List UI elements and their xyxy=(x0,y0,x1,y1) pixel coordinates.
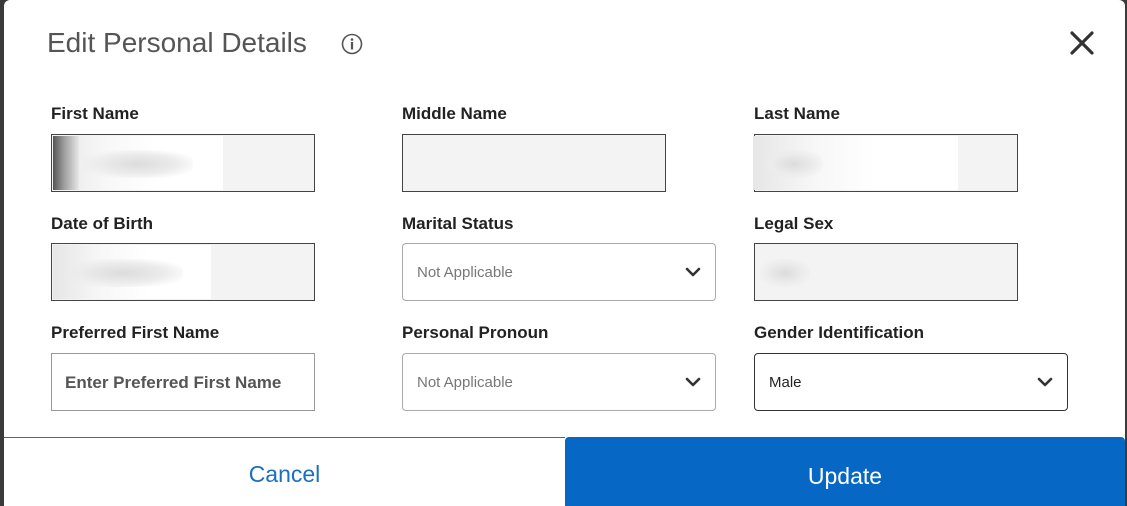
chevron-down-icon xyxy=(685,267,701,277)
marital-status-label: Marital Status xyxy=(402,214,514,233)
last-name-label: Last Name xyxy=(754,104,840,123)
date-of-birth-label: Date of Birth xyxy=(51,214,153,233)
gender-identification-label: Gender Identification xyxy=(754,323,925,342)
date-of-birth-field[interactable] xyxy=(51,243,315,301)
redacted-value xyxy=(53,136,223,190)
update-button[interactable]: Update xyxy=(565,437,1125,506)
redacted-value xyxy=(756,245,816,299)
middle-name-label: Middle Name xyxy=(402,104,507,123)
marital-status-select[interactable]: Not Applicable xyxy=(402,243,716,301)
personal-pronoun-value: Not Applicable xyxy=(417,374,513,391)
preferred-first-name-input[interactable]: Enter Preferred First Name xyxy=(51,353,315,411)
legal-sex-field[interactable] xyxy=(754,243,1018,301)
legal-sex-label: Legal Sex xyxy=(754,214,834,233)
first-name-label: First Name xyxy=(51,104,139,123)
edit-personal-details-dialog: Edit Personal Details First Name Middle … xyxy=(4,0,1125,506)
chevron-down-icon xyxy=(685,377,701,387)
update-button-label: Update xyxy=(807,463,883,489)
preferred-first-name-label: Preferred First Name xyxy=(51,323,220,342)
first-name-field[interactable] xyxy=(51,134,315,192)
personal-pronoun-select[interactable]: Not Applicable xyxy=(402,353,716,411)
close-icon[interactable] xyxy=(1068,29,1096,57)
middle-name-field[interactable] xyxy=(402,134,666,192)
gender-identification-select[interactable]: Male xyxy=(754,353,1068,411)
dialog-title: Edit Personal Details xyxy=(47,27,307,58)
personal-pronoun-label: Personal Pronoun xyxy=(402,323,549,342)
cancel-button-label: Cancel xyxy=(248,461,321,487)
marital-status-value: Not Applicable xyxy=(417,264,513,281)
info-icon[interactable] xyxy=(341,33,363,55)
last-name-field[interactable] xyxy=(753,134,1018,192)
chevron-down-icon xyxy=(1037,377,1053,387)
cancel-button[interactable]: Cancel xyxy=(4,437,565,506)
gender-identification-value: Male xyxy=(769,374,802,391)
redacted-value xyxy=(753,136,958,190)
preferred-first-name-placeholder: Enter Preferred First Name xyxy=(65,373,282,392)
redacted-value xyxy=(53,245,211,299)
